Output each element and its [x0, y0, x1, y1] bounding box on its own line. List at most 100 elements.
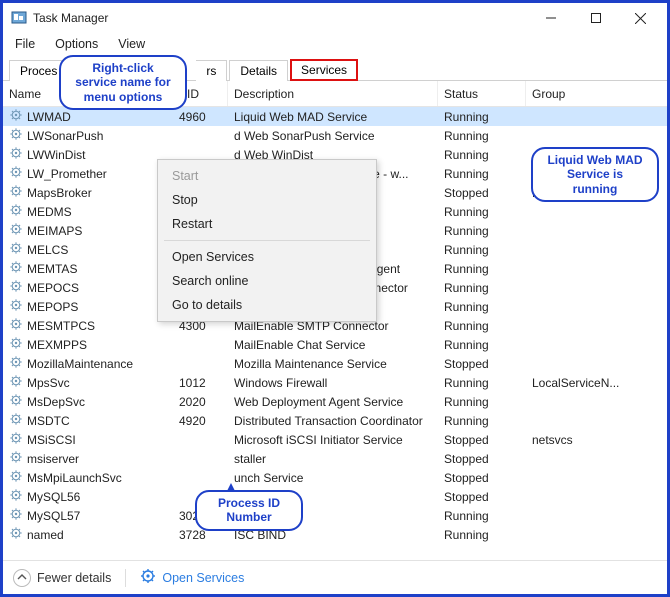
fewer-details-button[interactable]: Fewer details [13, 569, 111, 587]
close-button[interactable] [618, 3, 663, 33]
cell-status: Stopped [438, 471, 526, 485]
cell-status: Running [438, 395, 526, 409]
gear-icon [9, 260, 23, 277]
cell-status: Stopped [438, 357, 526, 371]
gear-icon [9, 412, 23, 429]
gear-icon [9, 431, 23, 448]
open-services-label: Open Services [162, 571, 244, 585]
cell-name: MsDepSvc [3, 393, 173, 410]
cell-name: MESMTPCS [3, 317, 173, 334]
cell-status: Running [438, 338, 526, 352]
col-status[interactable]: Status [438, 81, 526, 106]
open-services-link[interactable]: Open Services [140, 568, 244, 587]
table-row[interactable]: MySQL573028MySQL57Running [3, 506, 667, 525]
cell-name: LW_Promether [3, 165, 173, 182]
fewer-details-label: Fewer details [37, 571, 111, 585]
table-row[interactable]: MsMpiLaunchSvc unch ServiceStopped [3, 468, 667, 487]
cell-name: named [3, 526, 173, 543]
table-row[interactable]: MsDepSvc2020Web Deployment Agent Service… [3, 392, 667, 411]
menu-view[interactable]: View [116, 35, 147, 53]
ctx-stop[interactable]: Stop [158, 188, 376, 212]
minimize-button[interactable] [528, 3, 573, 33]
cell-status: Running [438, 262, 526, 276]
cell-name: LWWinDist [3, 146, 173, 163]
window-title: Task Manager [33, 11, 108, 25]
cell-status: Running [438, 528, 526, 542]
cell-name: MpsSvc [3, 374, 173, 391]
chevron-up-icon [13, 569, 31, 587]
col-description[interactable]: Description [228, 81, 438, 106]
table-row[interactable]: MozillaMaintenanceMozilla Maintenance Se… [3, 354, 667, 373]
tab-details[interactable]: Details [229, 60, 288, 81]
table-row[interactable]: MpsSvc1012Windows FirewallRunningLocalSe… [3, 373, 667, 392]
tab-users-partial[interactable]: rs [196, 60, 227, 81]
gear-icon [9, 526, 23, 543]
footer-bar: Fewer details Open Services [3, 560, 667, 594]
callout-rightclick: Right-click service name for menu option… [59, 55, 187, 110]
cell-status: Running [438, 376, 526, 390]
cell-description: unch Service [228, 471, 438, 485]
cell-group: netsvcs [526, 433, 667, 447]
cell-name: MEMTAS [3, 260, 173, 277]
cell-description: d Web SonarPush Service [228, 129, 438, 143]
cell-status: Stopped [438, 433, 526, 447]
cell-description: Mozilla Maintenance Service [228, 357, 438, 371]
cell-status: Running [438, 205, 526, 219]
cell-status: Running [438, 281, 526, 295]
gear-icon [9, 165, 23, 182]
cell-name: MEIMAPS [3, 222, 173, 239]
tab-services[interactable]: Services [290, 59, 358, 81]
table-row[interactable]: MSDTC4920Distributed Transaction Coordin… [3, 411, 667, 430]
cell-name: LWSonarPush [3, 127, 173, 144]
cell-status: Stopped [438, 490, 526, 504]
table-row[interactable]: MSiSCSIMicrosoft iSCSI Initiator Service… [3, 430, 667, 449]
cell-status: Running [438, 300, 526, 314]
maximize-button[interactable] [573, 3, 618, 33]
gear-icon [9, 127, 23, 144]
table-row[interactable]: MEXMPPS MailEnable Chat ServiceRunning [3, 335, 667, 354]
ctx-search-online[interactable]: Search online [158, 269, 376, 293]
cell-description: staller [228, 452, 438, 466]
ctx-restart[interactable]: Restart [158, 212, 376, 236]
titlebar: Task Manager [3, 3, 667, 33]
menu-file[interactable]: File [13, 35, 37, 53]
gear-icon [9, 488, 23, 505]
menu-options[interactable]: Options [53, 35, 100, 53]
table-row[interactable]: msiserverstallerStopped [3, 449, 667, 468]
cell-description: Microsoft iSCSI Initiator Service [228, 433, 438, 447]
gear-icon [9, 279, 23, 296]
menubar: File Options View [3, 33, 667, 57]
cell-description: Web Deployment Agent Service [228, 395, 438, 409]
cell-status: Running [438, 224, 526, 238]
ctx-start[interactable]: Start [158, 164, 376, 188]
gear-icon [9, 184, 23, 201]
table-row[interactable]: named3728ISC BINDRunning [3, 525, 667, 544]
gear-icon [9, 298, 23, 315]
cell-status: Running [438, 243, 526, 257]
cell-name: MySQL56 [3, 488, 173, 505]
cell-pid: 2020 [173, 395, 228, 409]
gear-icon [9, 374, 23, 391]
cell-status: Running [438, 129, 526, 143]
cell-status: Running [438, 319, 526, 333]
cell-name: MEXMPPS [3, 336, 173, 353]
gear-icon [9, 393, 23, 410]
cell-description: Distributed Transaction Coordinator [228, 414, 438, 428]
app-icon [11, 10, 27, 26]
ctx-go-to-details[interactable]: Go to details [158, 293, 376, 317]
cell-name: LWMAD [3, 108, 173, 125]
table-row[interactable]: LWSonarPush d Web SonarPush ServiceRunnin… [3, 126, 667, 145]
ctx-open-services[interactable]: Open Services [158, 245, 376, 269]
cell-name: MEDMS [3, 203, 173, 220]
cell-name: MsMpiLaunchSvc [3, 469, 173, 486]
table-row[interactable]: MySQL56MySQL56Stopped [3, 487, 667, 506]
cell-status: Stopped [438, 186, 526, 200]
cell-name: MapsBroker [3, 184, 173, 201]
cell-description: Liquid Web MAD Service [228, 110, 438, 124]
cell-name: msiserver [3, 450, 173, 467]
cell-pid: 4920 [173, 414, 228, 428]
cell-name: MSDTC [3, 412, 173, 429]
cell-description: MailEnable Chat Service [228, 338, 438, 352]
col-group[interactable]: Group [526, 81, 667, 106]
gear-icon [9, 241, 23, 258]
